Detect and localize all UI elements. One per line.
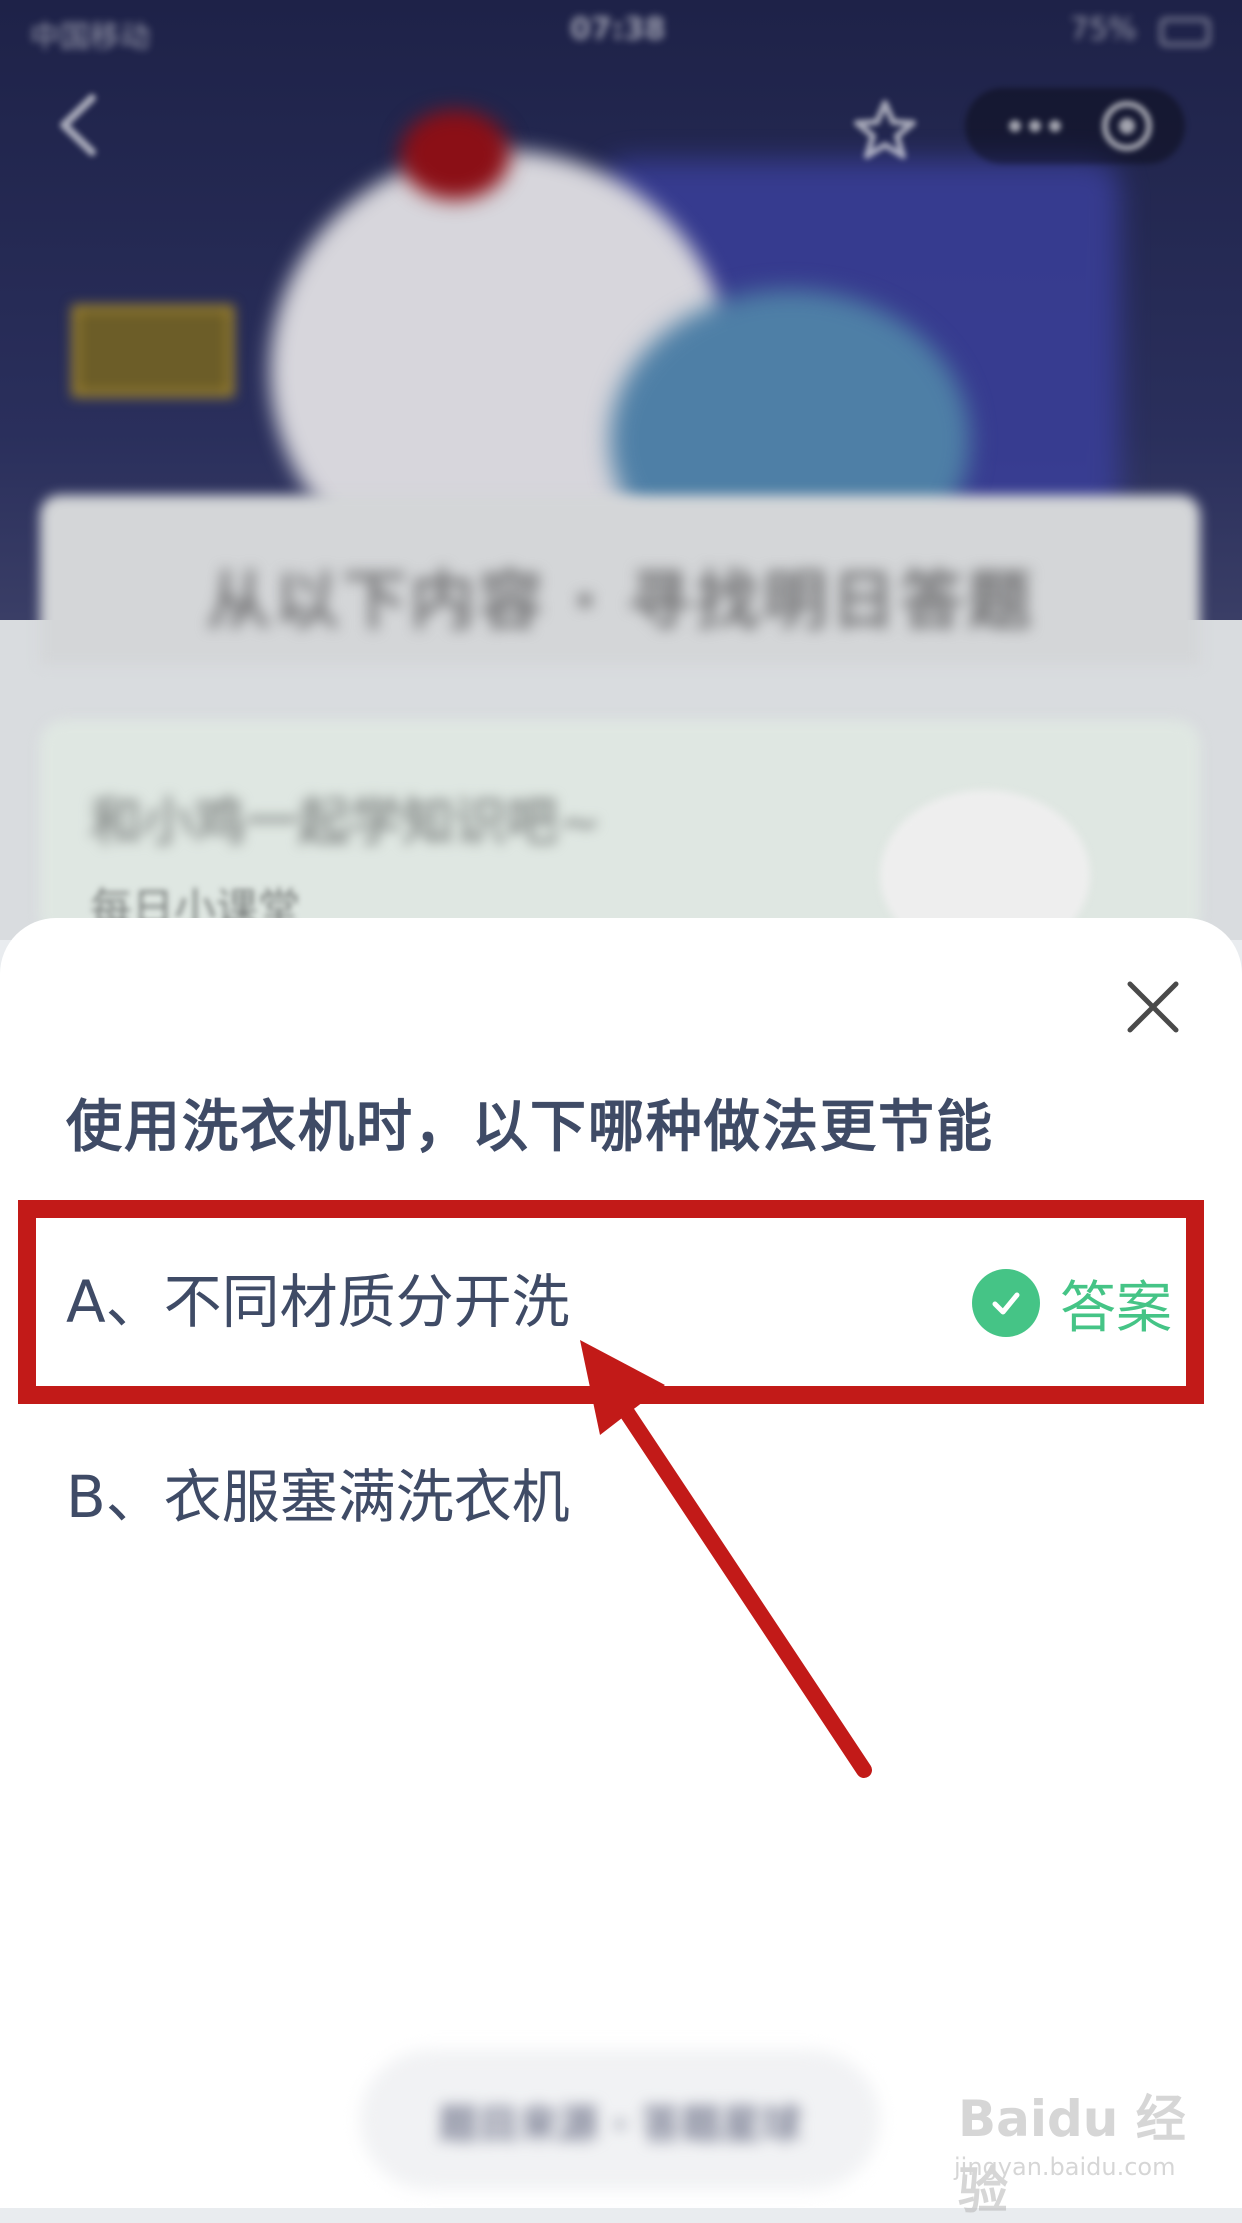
more-icon[interactable] [1009, 120, 1061, 132]
watermark-brand: Baidu 经验 [958, 2090, 1186, 2220]
back-icon[interactable] [50, 90, 110, 160]
clock: 07:38 [570, 12, 666, 47]
lesson-card-title: 和小鸡一起学知识吧~ [90, 793, 602, 853]
bottom-source-label: 题目来源 · 答题星球 [438, 2102, 802, 2148]
banner-badge [72, 305, 234, 397]
content-card-title: 从以下内容 · 寻找明日答题 [206, 565, 1036, 639]
carrier-label: 中国移动 [30, 20, 150, 55]
option-b-label: B、衣服塞满洗衣机 [66, 1463, 570, 1531]
target-icon[interactable] [1102, 101, 1152, 151]
star-icon[interactable] [850, 95, 920, 165]
close-icon[interactable] [1118, 972, 1188, 1042]
watermark: Baidu 经验 jingyan.baidu.com [950, 2075, 1190, 2220]
background-app: 中国移动 07:38 75% 从以下内容 · 寻找明日答题 和小鸡一起学知识吧~… [0, 0, 1242, 940]
annotation-highlight-box [18, 1200, 1204, 1404]
battery-percent: 75% [1070, 12, 1137, 47]
option-b[interactable]: B、衣服塞满洗衣机 [66, 1447, 1166, 1547]
question-title: 使用洗衣机时，以下哪种做法更节能 [66, 1095, 994, 1160]
chick-comb [400, 110, 510, 200]
miniprogram-capsule[interactable] [965, 88, 1185, 164]
battery-icon [1160, 18, 1210, 46]
status-bar: 中国移动 07:38 75% [0, 0, 1242, 62]
watermark-site: jingyan.baidu.com [954, 2153, 1176, 2181]
